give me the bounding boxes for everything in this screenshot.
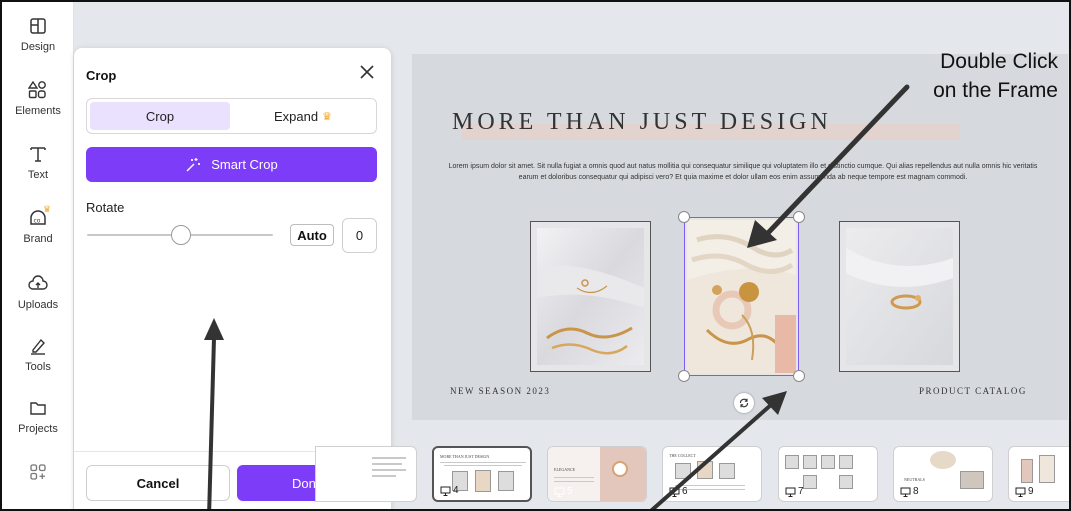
sidebar-item-projects[interactable]: Projects [2,394,74,450]
tab-crop[interactable]: Crop [90,102,230,130]
sidebar-item-label: Elements [15,105,61,117]
jewelry-photo [687,220,796,373]
sidebar-item-label: Design [20,41,56,53]
page-number: 6 [669,486,688,497]
smart-crop-button[interactable]: Smart Crop [86,147,377,182]
sidebar-item-label: Projects [18,423,58,435]
tab-expand-label: Expand [274,108,319,124]
auto-rotate-button[interactable]: Auto [290,224,334,246]
sidebar-item-text[interactable]: Text [2,140,74,196]
resize-handle-bottom-right[interactable] [793,370,805,382]
sidebar-item-tools[interactable]: Tools [2,332,74,388]
rotate-label: Rotate [86,200,125,215]
folder-icon [30,402,46,415]
crop-panel: Crop Crop Expand ♛ Smart Crop Rotate Auto… [74,48,391,509]
sidebar-item-label: Brand [23,233,53,245]
close-icon[interactable] [357,62,377,82]
image-frame-left[interactable] [530,221,651,372]
sidebar-item-apps[interactable] [2,458,74,509]
slide-body-text[interactable]: Lorem ipsum dolor sit amet. Sit nulla fu… [447,161,1039,183]
thumb-title: MORE THAN JUST DESIGN [440,454,490,459]
svg-text:co: co [34,218,41,225]
rotate-slider-thumb[interactable] [171,225,191,245]
tab-expand[interactable]: Expand ♛ [233,102,373,130]
page-thumbnail[interactable]: 7 [778,446,878,502]
smart-crop-label: Smart Crop [211,157,278,172]
annotation-line-1: Double Click [940,50,1058,73]
cancel-label: Cancel [136,475,180,491]
crop-mode-toggle: Crop Expand ♛ [86,98,377,134]
page-thumbnail[interactable]: ELEGANCE 5 [547,446,647,502]
presentation-icon [669,487,680,497]
annotation-line-2: on the Frame [933,79,1058,102]
presentation-icon [440,486,451,496]
text-icon [30,147,46,162]
pen-icon [31,338,45,355]
sidebar-item-brand[interactable]: ♛ co Brand [2,204,74,260]
page-number: 8 [900,486,919,497]
jewelry-photo [537,228,644,365]
image-frame-selected[interactable] [684,217,799,376]
auto-label: Auto [297,227,327,243]
slide-footer-left[interactable]: NEW SEASON 2023 [450,386,550,396]
sidebar-item-label: Tools [25,361,51,373]
slide-canvas[interactable]: MORE THAN JUST DESIGN Lorem ipsum dolor … [412,54,1068,420]
jewelry-photo [846,228,953,365]
cancel-button[interactable]: Cancel [86,465,230,501]
thumb-title: THE COLLECT [669,453,696,458]
annotation-text: Double Click on the Frame [888,47,1058,105]
sidebar-item-uploads[interactable]: Uploads [2,270,74,326]
crown-icon: ♛ [322,110,332,123]
presentation-icon [785,487,796,497]
sidebar-item-design[interactable]: Design [2,12,74,68]
page-thumbnail[interactable]: 9 [1008,446,1069,502]
thumb-title: ELEGANCE [554,467,576,472]
rotate-icon [739,398,749,408]
left-sidebar: Design Elements Text ♛ co Brand Uploads … [2,2,74,509]
apps-icon [30,464,46,480]
thumb-title: NEUTRALS [904,477,925,482]
presentation-icon [900,487,911,497]
page-thumbnail[interactable]: NEUTRALS 8 [893,446,993,502]
crown-icon: ♛ [43,204,52,214]
rotate-handle[interactable] [734,393,754,413]
layout-icon [30,18,46,34]
page-number: 5 [554,486,573,497]
resize-handle-bottom-left[interactable] [678,370,690,382]
rotate-value-input[interactable]: 0 [342,218,377,253]
page-number: 7 [785,486,804,497]
page-thumbnail[interactable]: THE COLLECT 6 [662,446,762,502]
sidebar-item-label: Text [27,169,49,181]
presentation-icon [554,487,565,497]
panel-title: Crop [86,68,117,83]
cloud-upload-icon [28,275,48,290]
presentation-icon [1015,487,1026,497]
canva-editor: Design Elements Text ♛ co Brand Uploads … [0,0,1071,511]
tab-crop-label: Crop [145,108,175,124]
slide-footer-right[interactable]: PRODUCT CATALOG [919,386,1027,396]
page-number: 9 [1015,486,1034,497]
sidebar-item-elements[interactable]: Elements [2,76,74,132]
magic-wand-icon [186,157,201,171]
resize-handle-top-right[interactable] [793,211,805,223]
resize-handle-top-left[interactable] [678,211,690,223]
slide-headline[interactable]: MORE THAN JUST DESIGN [452,109,832,136]
image-frame-right[interactable] [839,221,960,372]
sidebar-item-label: Uploads [17,299,59,311]
page-thumbnail-active[interactable]: MORE THAN JUST DESIGN 4 [432,446,532,502]
page-number: 4 [440,485,459,496]
page-thumbnail[interactable] [315,446,417,502]
shapes-icon [28,80,46,99]
rotate-value: 0 [355,228,364,243]
